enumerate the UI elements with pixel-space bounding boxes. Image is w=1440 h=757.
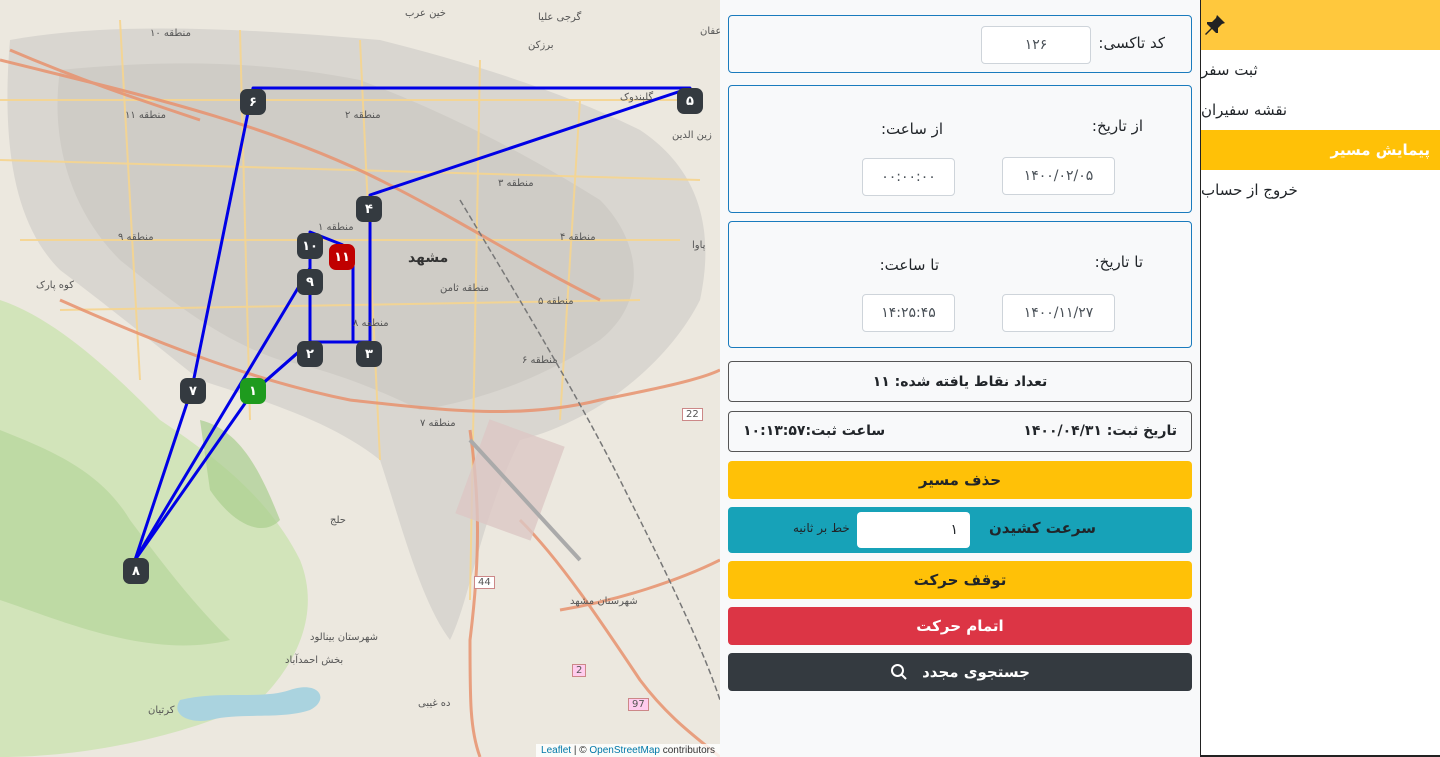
delete-route-button[interactable]: حذف مسیر (728, 461, 1192, 499)
to-time-input[interactable]: ۱۴:۲۵:۴۵ (862, 294, 955, 332)
search-again-button[interactable]: جستجوی مجدد (728, 653, 1192, 691)
found-points-count: تعداد نقاط یافته شده: ۱۱ (728, 361, 1192, 402)
from-time-input[interactable]: ۰۰:۰۰:۰۰ (862, 158, 955, 196)
finish-movement-button[interactable]: اتمام حرکت (728, 607, 1192, 645)
attribution-tail: contributors (659, 745, 715, 756)
map-label: منطقه ۹ (118, 232, 154, 243)
to-date-label: تا تاریخ: (1094, 253, 1143, 271)
route-marker-3[interactable]: ۳ (356, 341, 382, 367)
map-label: کوه پارک (36, 280, 74, 291)
osm-link[interactable]: OpenStreetMap (589, 745, 660, 756)
map-label: ده غیبی (418, 698, 451, 709)
to-date-input[interactable]: ۱۴۰۰/۱۱/۲۷ (1002, 294, 1115, 332)
road-shield: 44 (474, 576, 495, 589)
map-label: منطقه ۵ (538, 296, 574, 307)
road-shield: 97 (628, 698, 649, 711)
route-marker-4[interactable]: ۴ (356, 196, 382, 222)
registration-time: ساعت ثبت:۱۰:۱۳:۵۷ (743, 423, 886, 439)
map-label: منطقه ۸ (353, 318, 389, 329)
map-label: شهرستان مشهد (570, 596, 638, 607)
pin-icon[interactable] (1203, 13, 1227, 37)
sidebar-item-logout[interactable]: خروج از حساب (1201, 170, 1440, 210)
map-label: منطقه ۱ (318, 222, 354, 233)
route-marker-9[interactable]: ۹ (297, 269, 323, 295)
to-date-card: تا تاریخ: تا ساعت: ۱۴۰۰/۱۱/۲۷ ۱۴:۲۵:۴۵ (728, 221, 1192, 348)
map-label: شهرستان بینالود (310, 632, 379, 643)
map-label: منطقه ۴ (560, 232, 596, 243)
route-marker-2[interactable]: ۲ (297, 341, 323, 367)
registration-date: تاریخ ثبت: ۱۴۰۰/۰۴/۳۱ (1023, 423, 1177, 439)
from-time-label: از ساعت: (880, 120, 943, 138)
map-label: منطقه ۲ (345, 110, 381, 121)
search-icon (891, 664, 907, 680)
route-marker-5[interactable]: ۵ (677, 88, 703, 114)
control-panel: کد تاکسی: ۱۲۶ از تاریخ: از ساعت: ۱۴۰۰/۰۲… (720, 0, 1200, 757)
sidebar-header (1201, 0, 1440, 50)
from-date-label: از تاریخ: (1091, 117, 1143, 135)
route-marker-8[interactable]: ۸ (123, 558, 149, 584)
draw-speed-input[interactable]: ۱ (857, 512, 970, 548)
to-time-label: تا ساعت: (879, 256, 939, 274)
route-marker-7[interactable]: ۷ (180, 378, 206, 404)
sidebar-item-register-trip[interactable]: ثبت سفر (1201, 50, 1440, 90)
map-label: پاوا (692, 240, 706, 251)
map-label: زین الدین (672, 130, 712, 141)
attribution-separator: | © (571, 745, 590, 756)
app-root: منطقه ۱۰ منطقه ۱۱ منطقه ۹ منطقه ۲ منطقه … (0, 0, 1440, 757)
map-label: بخش احمدآباد (285, 655, 344, 666)
route-map[interactable]: منطقه ۱۰ منطقه ۱۱ منطقه ۹ منطقه ۲ منطقه … (0, 0, 720, 757)
from-date-card: از تاریخ: از ساعت: ۱۴۰۰/۰۲/۰۵ ۰۰:۰۰:۰۰ (728, 85, 1192, 213)
sidebar-item-route-tracking[interactable]: پیمایش مسیر (1201, 130, 1440, 170)
sidebar: ثبت سفر نقشه سفیران پیمایش مسیر خروج از … (1200, 0, 1440, 757)
route-marker-1[interactable]: ۱ (240, 378, 266, 404)
map-label: زعفان (700, 26, 720, 37)
from-date-input[interactable]: ۱۴۰۰/۰۲/۰۵ (1002, 157, 1115, 195)
map-label: منطقه ۷ (420, 418, 456, 429)
route-marker-10[interactable]: ۱۰ (297, 233, 323, 259)
map-label: خین عرب (405, 8, 446, 19)
map-label: کرتیان (148, 705, 175, 716)
map-label: منطقه ۱۰ (150, 28, 191, 39)
search-again-label: جستجوی مجدد (922, 663, 1030, 681)
route-marker-6[interactable]: ۶ (240, 89, 266, 115)
leaflet-link[interactable]: Leaflet (541, 745, 571, 756)
map-label: منطقه ثامن (440, 283, 489, 294)
road-shield: 2 (572, 664, 587, 677)
draw-speed-unit: خط بر ثانیه (793, 521, 850, 535)
map-label: منطقه ۱۱ (125, 110, 166, 121)
sidebar-item-ambassadors-map[interactable]: نقشه سفیران (1201, 90, 1440, 130)
route-marker-11[interactable]: ۱۱ (329, 244, 355, 270)
taxi-code-card: کد تاکسی: ۱۲۶ (728, 15, 1192, 73)
map-label: منطقه ۳ (498, 178, 534, 189)
stop-movement-button[interactable]: توقف حرکت (728, 561, 1192, 599)
road-shield: 22 (682, 408, 703, 421)
draw-speed-label: سرعت کشیدن (988, 519, 1096, 537)
map-label: برزکن (528, 40, 554, 51)
draw-speed-bar: سرعت کشیدن ۱ خط بر ثانیه (728, 507, 1192, 553)
registration-info: تاریخ ثبت: ۱۴۰۰/۰۴/۳۱ ساعت ثبت:۱۰:۱۳:۵۷ (728, 411, 1192, 452)
taxi-code-input[interactable]: ۱۲۶ (981, 26, 1091, 64)
map-label: حلج (330, 515, 346, 526)
map-label: گرجی علیا (538, 12, 582, 23)
taxi-code-label: کد تاکسی: (1098, 34, 1165, 52)
map-label: منطقه ۶ (522, 355, 558, 366)
map-label: گلبندوک (620, 92, 654, 103)
city-label: مشهد (408, 250, 449, 266)
map-attribution: Leaflet | © OpenStreetMap contributors (536, 744, 720, 757)
